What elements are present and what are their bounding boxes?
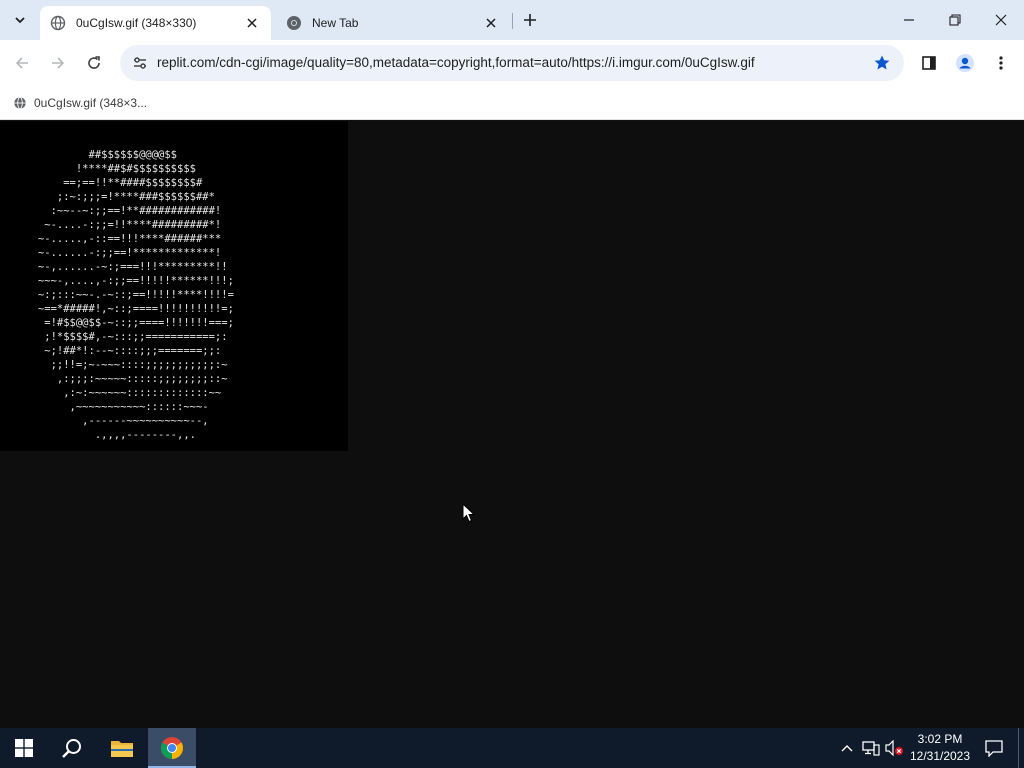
side-panel-button[interactable] [914, 48, 944, 78]
new-tab-button[interactable] [518, 8, 542, 32]
ascii-art-line: ~==*#####!,~::;====!!!!!!!!!!=; [0, 303, 234, 315]
reload-icon [88, 56, 100, 69]
system-clock[interactable]: 3:02 PM 12/31/2023 [902, 731, 978, 765]
ascii-art: ##$$$$$$@@@@$$ !****##$#$$$$$$$$$$ ==;==… [0, 121, 348, 451]
gif-image[interactable]: ##$$$$$$@@@@$$ !****##$#$$$$$$$$$$ ==;==… [0, 121, 348, 451]
browser-toolbar: replit.com/cdn-cgi/image/quality=80,meta… [0, 40, 1024, 86]
chevron-down-icon [15, 17, 25, 24]
network-icon [862, 741, 880, 756]
bookmark-label: 0uCgIsw.gif (348×3... [34, 96, 148, 110]
minimize-icon [904, 19, 914, 21]
profile-button[interactable] [950, 48, 980, 78]
chrome-icon [161, 737, 183, 759]
ascii-art-line: ~~~-,....,-:;;==!!!!!******!!!; [0, 275, 234, 287]
site-info-icon[interactable] [128, 51, 152, 75]
globe-icon [12, 95, 28, 111]
bookmark-star-icon[interactable] [870, 51, 894, 75]
forward-button[interactable] [43, 48, 73, 78]
notification-icon [985, 740, 1003, 757]
chevron-up-icon [841, 745, 853, 752]
more-vertical-icon [999, 56, 1003, 70]
ascii-art-line: ==;==!!**####$$$$$$$$# [0, 177, 203, 189]
ascii-art-line: ,~~~~~~~~~~~::::::~~~- [0, 401, 209, 413]
ascii-art-line: ;;!!=;~-~~~::::;;;;;;;;;;;:~ [0, 359, 228, 371]
mouse-cursor-icon [462, 503, 476, 523]
network-button[interactable] [860, 728, 882, 768]
globe-icon [50, 15, 66, 31]
minimize-button[interactable] [886, 0, 932, 40]
ascii-art-line: =!#$$@@$$-~::;;====!!!!!!!===; [0, 317, 234, 329]
ascii-art-line: ;!*$$$$#,-~:::;;===========;: [0, 331, 228, 343]
bookmark-item[interactable]: 0uCgIsw.gif (348×3... [8, 91, 151, 115]
taskbar: 3:02 PM 12/31/2023 [0, 728, 1024, 768]
ascii-art-line: ,:;;;:~~~~~:::::;;;;;;;;::~ [0, 373, 228, 385]
ascii-art-line: ~-,......-~:;===!!!*********!! [0, 261, 228, 273]
clock-date: 12/31/2023 [909, 749, 971, 763]
address-bar[interactable]: replit.com/cdn-cgi/image/quality=80,meta… [120, 45, 904, 81]
close-window-button[interactable] [978, 0, 1024, 40]
page-content: ##$$$$$$@@@@$$ !****##$#$$$$$$$$$$ ==;==… [0, 121, 1024, 728]
ascii-art-line: ,:~:~~~~~~:::::::::::::~~ [0, 387, 222, 399]
tab-new-tab[interactable]: New Tab [276, 6, 510, 40]
tab-title: New Tab [312, 16, 359, 30]
ascii-art-line: ~:;:::~~-.-~::;==!!!!!****!!!!= [0, 289, 234, 301]
tab-active[interactable]: 0uCgIsw.gif (348×330) [40, 6, 271, 40]
ascii-art-line: ~;!##*!:--~::::;;;=======;;: [0, 345, 222, 357]
search-icon [62, 739, 81, 758]
tab-title: 0uCgIsw.gif (348×330) [76, 16, 197, 30]
chrome-icon [286, 15, 302, 31]
start-button[interactable] [0, 728, 48, 768]
ascii-art-line: :~~--~:;;==!**############! [0, 205, 222, 217]
show-desktop-button[interactable] [1018, 728, 1019, 768]
url-text[interactable]: replit.com/cdn-cgi/image/quality=80,meta… [157, 45, 857, 81]
reload-button[interactable] [79, 48, 109, 78]
side-panel-icon [922, 56, 936, 70]
ascii-art-line: ,------~~~~~~~~~~--, [0, 415, 209, 427]
ascii-art-line: ~-.....,-::==!!!****######*** [0, 233, 222, 245]
tray-overflow-button[interactable] [838, 728, 856, 768]
close-icon[interactable] [243, 14, 261, 32]
restore-icon [949, 14, 961, 26]
ascii-art-line: .,,,,--------,,. [0, 429, 196, 441]
ascii-art-line: ##$$$$$$@@@@$$ [0, 149, 178, 161]
close-icon[interactable] [482, 14, 500, 32]
arrow-left-icon [15, 57, 28, 69]
windows-icon [15, 739, 33, 757]
folder-icon [111, 741, 133, 757]
ascii-art-line: ~-....-:;;=!!****#########*! [0, 219, 222, 231]
restore-button[interactable] [932, 0, 978, 40]
notifications-button[interactable] [978, 728, 1010, 768]
file-explorer-button[interactable] [98, 728, 146, 768]
avatar-icon [956, 54, 974, 72]
menu-button[interactable] [986, 48, 1016, 78]
chrome-taskbar-button[interactable] [148, 728, 196, 768]
plus-icon [524, 14, 536, 26]
close-icon [995, 14, 1007, 26]
ascii-art-line: ;:~:;;;=!****###$$$$$$##* [0, 191, 215, 203]
back-button[interactable] [7, 48, 37, 78]
arrow-right-icon [52, 57, 65, 69]
bookmarks-bar: 0uCgIsw.gif (348×3... [0, 86, 1024, 120]
ascii-art-line: !****##$#$$$$$$$$$$ [0, 163, 196, 175]
search-button[interactable] [48, 728, 96, 768]
tab-separator [512, 13, 513, 29]
ascii-art-line: ~-......-:;;==!*************! [0, 247, 222, 259]
clock-time: 3:02 PM [917, 732, 963, 746]
tab-strip: 0uCgIsw.gif (348×330) New Tab [0, 0, 1024, 40]
tab-search-button[interactable] [6, 6, 34, 34]
